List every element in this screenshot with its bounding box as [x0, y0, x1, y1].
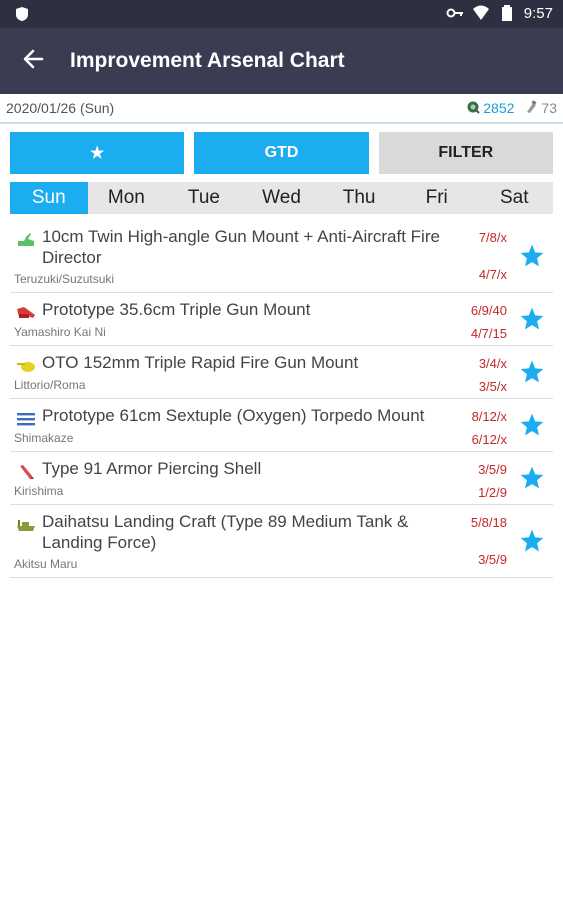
app-shield-icon [14, 6, 30, 22]
action-buttons: ★ GTD FILTER [0, 124, 563, 174]
cost-top: 8/12/x [471, 409, 507, 424]
item-costs: 6/9/40 4/7/15 [447, 299, 507, 341]
arrow-back-icon [22, 48, 44, 75]
star-icon[interactable] [519, 359, 545, 385]
app-bar: Improvement Arsenal Chart [0, 28, 563, 94]
list-item[interactable]: 10cm Twin High-angle Gun Mount + Anti-Ai… [10, 220, 553, 293]
current-date: 2020/01/26 (Sun) [6, 100, 115, 116]
gtd-button[interactable]: GTD [194, 132, 369, 174]
list-item[interactable]: Prototype 35.6cm Triple Gun Mount Yamash… [10, 293, 553, 346]
favorites-button[interactable]: ★ [10, 132, 185, 174]
list-item[interactable]: OTO 152mm Triple Rapid Fire Gun Mount Li… [10, 346, 553, 399]
development-material-icon [524, 99, 538, 117]
cost-bottom: 1/2/9 [478, 485, 507, 500]
improvement-screw-icon [466, 100, 480, 117]
list-item[interactable]: Type 91 Armor Piercing Shell Kirishima 3… [10, 452, 553, 505]
vpn-key-icon [446, 4, 464, 22]
ap-shell-icon [10, 458, 42, 480]
item-name: OTO 152mm Triple Rapid Fire Gun Mount [42, 353, 359, 372]
star-icon[interactable] [519, 465, 545, 491]
cost-top: 3/4/x [478, 356, 507, 371]
high-angle-gun-icon [10, 226, 42, 268]
star-icon[interactable] [519, 306, 545, 332]
cost-top: 7/8/x [478, 230, 507, 245]
cost-top: 3/5/9 [478, 462, 507, 477]
page-title: Improvement Arsenal Chart [70, 49, 345, 72]
status-time: 9:57 [523, 4, 553, 22]
battery-icon [498, 4, 516, 22]
devmats-stat: 73 [524, 99, 557, 117]
resource-stats: 2852 73 [466, 99, 557, 117]
tab-sun[interactable]: Sun [10, 182, 88, 214]
day-tabs: Sun Mon Tue Wed Thu Fri Sat [10, 182, 553, 214]
large-caliber-gun-icon [10, 299, 42, 321]
equipment-list: 10cm Twin High-angle Gun Mount + Anti-Ai… [10, 220, 553, 578]
cost-top: 5/8/18 [470, 515, 507, 530]
star-icon[interactable] [519, 412, 545, 438]
screws-count: 2852 [483, 100, 515, 116]
item-costs: 8/12/x 6/12/x [447, 405, 507, 447]
tab-fri[interactable]: Fri [398, 182, 476, 214]
status-bar: 9:57 [0, 0, 563, 28]
cost-bottom: 4/7/15 [470, 326, 507, 341]
cost-top: 6/9/40 [470, 303, 507, 318]
star-icon[interactable] [519, 243, 545, 269]
landing-craft-icon [10, 511, 42, 553]
item-costs: 5/8/18 3/5/9 [447, 511, 507, 571]
devmats-count: 73 [541, 100, 557, 116]
tab-tue[interactable]: Tue [165, 182, 243, 214]
item-costs: 3/5/9 1/2/9 [447, 458, 507, 500]
torpedo-icon [10, 405, 42, 427]
info-row: 2020/01/26 (Sun) 2852 73 [0, 94, 563, 124]
item-name: Daihatsu Landing Craft (Type 89 Medium T… [42, 512, 409, 552]
filter-button[interactable]: FILTER [378, 132, 553, 174]
tab-sat[interactable]: Sat [475, 182, 553, 214]
cost-bottom: 3/5/x [478, 379, 507, 394]
cost-bottom: 6/12/x [471, 432, 507, 447]
star-icon[interactable] [519, 528, 545, 554]
item-name: Prototype 61cm Sextuple (Oxygen) Torpedo… [42, 406, 425, 425]
wifi-icon [472, 4, 490, 22]
screws-stat: 2852 [466, 100, 514, 117]
tab-mon[interactable]: Mon [88, 182, 166, 214]
item-name: 10cm Twin High-angle Gun Mount + Anti-Ai… [42, 227, 440, 267]
cost-bottom: 4/7/x [478, 267, 507, 282]
tab-thu[interactable]: Thu [320, 182, 398, 214]
cost-bottom: 3/5/9 [478, 552, 507, 567]
tab-wed[interactable]: Wed [243, 182, 321, 214]
back-button[interactable] [0, 28, 66, 94]
secondary-gun-icon [10, 352, 42, 374]
list-item[interactable]: Daihatsu Landing Craft (Type 89 Medium T… [10, 505, 553, 578]
item-name: Prototype 35.6cm Triple Gun Mount [42, 300, 311, 319]
item-costs: 7/8/x 4/7/x [447, 226, 507, 286]
item-costs: 3/4/x 3/5/x [447, 352, 507, 394]
item-name: Type 91 Armor Piercing Shell [42, 459, 262, 478]
list-item[interactable]: Prototype 61cm Sextuple (Oxygen) Torpedo… [10, 399, 553, 452]
